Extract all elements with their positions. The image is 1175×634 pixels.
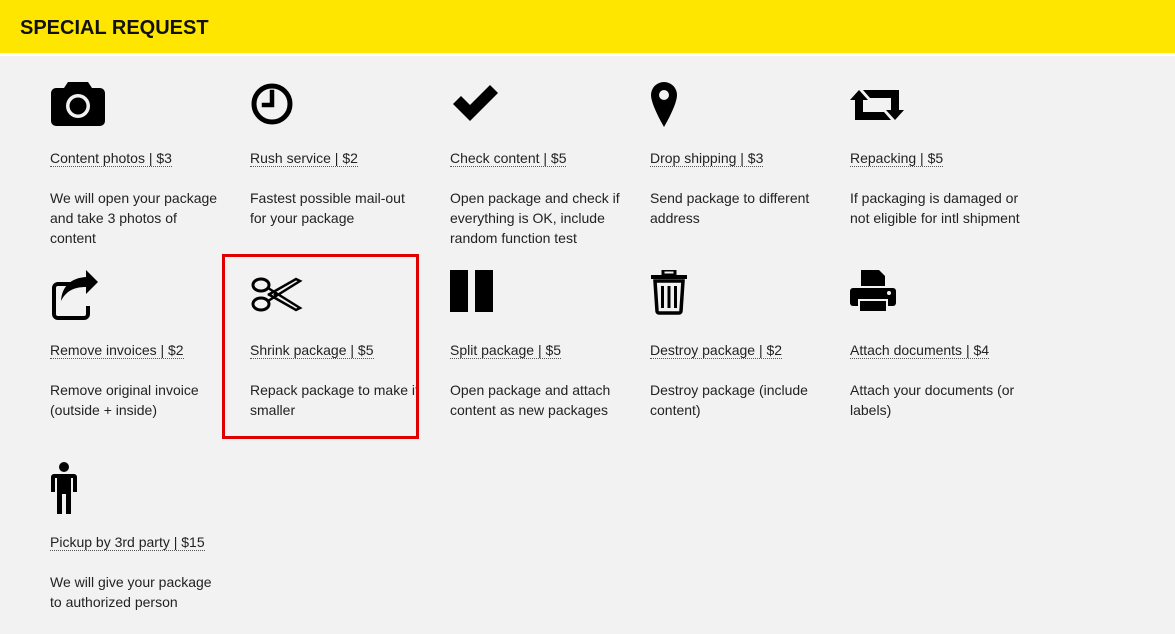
- service-destroy-package: Destroy package | $2 Destroy package (in…: [650, 270, 850, 442]
- scissors-icon: [250, 270, 310, 322]
- service-description: Open package and check if everything is …: [450, 190, 620, 246]
- service-rush-service: Rush service | $2 Fastest possible mail-…: [250, 78, 450, 250]
- service-content-photos: Content photos | $3 We will open your pa…: [50, 78, 250, 250]
- service-description: We will give your package to authorized …: [50, 574, 212, 610]
- service-description: Remove original invoice (outside + insid…: [50, 382, 199, 418]
- service-drop-shipping: Drop shipping | $3 Send package to diffe…: [650, 78, 850, 250]
- service-pickup-by-3rd-party: Pickup by 3rd party | $15 We will give y…: [50, 462, 250, 634]
- service-description: Attach your documents (or labels): [850, 382, 1015, 418]
- service-description: Repack package to make it smaller: [250, 382, 419, 418]
- person-icon: [50, 462, 110, 514]
- service-attach-documents: Attach documents | $4 Attach your docume…: [850, 270, 1050, 442]
- service-description: If packaging is damaged or not eligible …: [850, 190, 1020, 226]
- service-title-link[interactable]: Attach documents | $4: [850, 342, 990, 359]
- service-title-link[interactable]: Check content | $5: [450, 150, 567, 167]
- split-columns-icon: [450, 270, 510, 322]
- service-split-package: Split package | $5 Open package and atta…: [450, 270, 650, 442]
- service-title-link[interactable]: Destroy package | $2: [650, 342, 783, 359]
- service-description: Fastest possible mail-out for your packa…: [250, 190, 405, 226]
- repeat-icon: [850, 78, 910, 130]
- service-title-link[interactable]: Shrink package | $5: [250, 342, 374, 359]
- service-title-link[interactable]: Repacking | $5: [850, 150, 944, 167]
- service-repacking: Repacking | $5 If packaging is damaged o…: [850, 78, 1050, 250]
- camera-icon: [50, 78, 110, 130]
- service-title-link[interactable]: Drop shipping | $3: [650, 150, 764, 167]
- service-check-content: Check content | $5 Open package and chec…: [450, 78, 650, 250]
- page-title: SPECIAL REQUEST: [20, 17, 209, 39]
- service-title-link[interactable]: Pickup by 3rd party | $15: [50, 534, 205, 551]
- clock-icon: [250, 78, 310, 130]
- share-icon: [50, 270, 110, 322]
- service-title-link[interactable]: Rush service | $2: [250, 150, 358, 167]
- printer-icon: [850, 270, 910, 322]
- service-description: Destroy package (include content): [650, 382, 808, 418]
- service-description: Send package to different address: [650, 190, 810, 226]
- service-description: Open package and attach content as new p…: [450, 382, 611, 418]
- service-remove-invoices: Remove invoices | $2 Remove original inv…: [50, 270, 250, 442]
- map-pin-icon: [650, 78, 710, 130]
- service-title-link[interactable]: Content photos | $3: [50, 150, 172, 167]
- services-grid: Content photos | $3 We will open your pa…: [50, 78, 1150, 634]
- trash-icon: [650, 270, 710, 322]
- service-shrink-package: Shrink package | $5 Repack package to ma…: [250, 270, 450, 442]
- service-title-link[interactable]: Remove invoices | $2: [50, 342, 184, 359]
- checkmark-icon: [450, 78, 510, 130]
- service-description: We will open your package and take 3 pho…: [50, 190, 218, 246]
- header-bar: SPECIAL REQUEST: [0, 0, 1175, 56]
- service-title-link[interactable]: Split package | $5: [450, 342, 562, 359]
